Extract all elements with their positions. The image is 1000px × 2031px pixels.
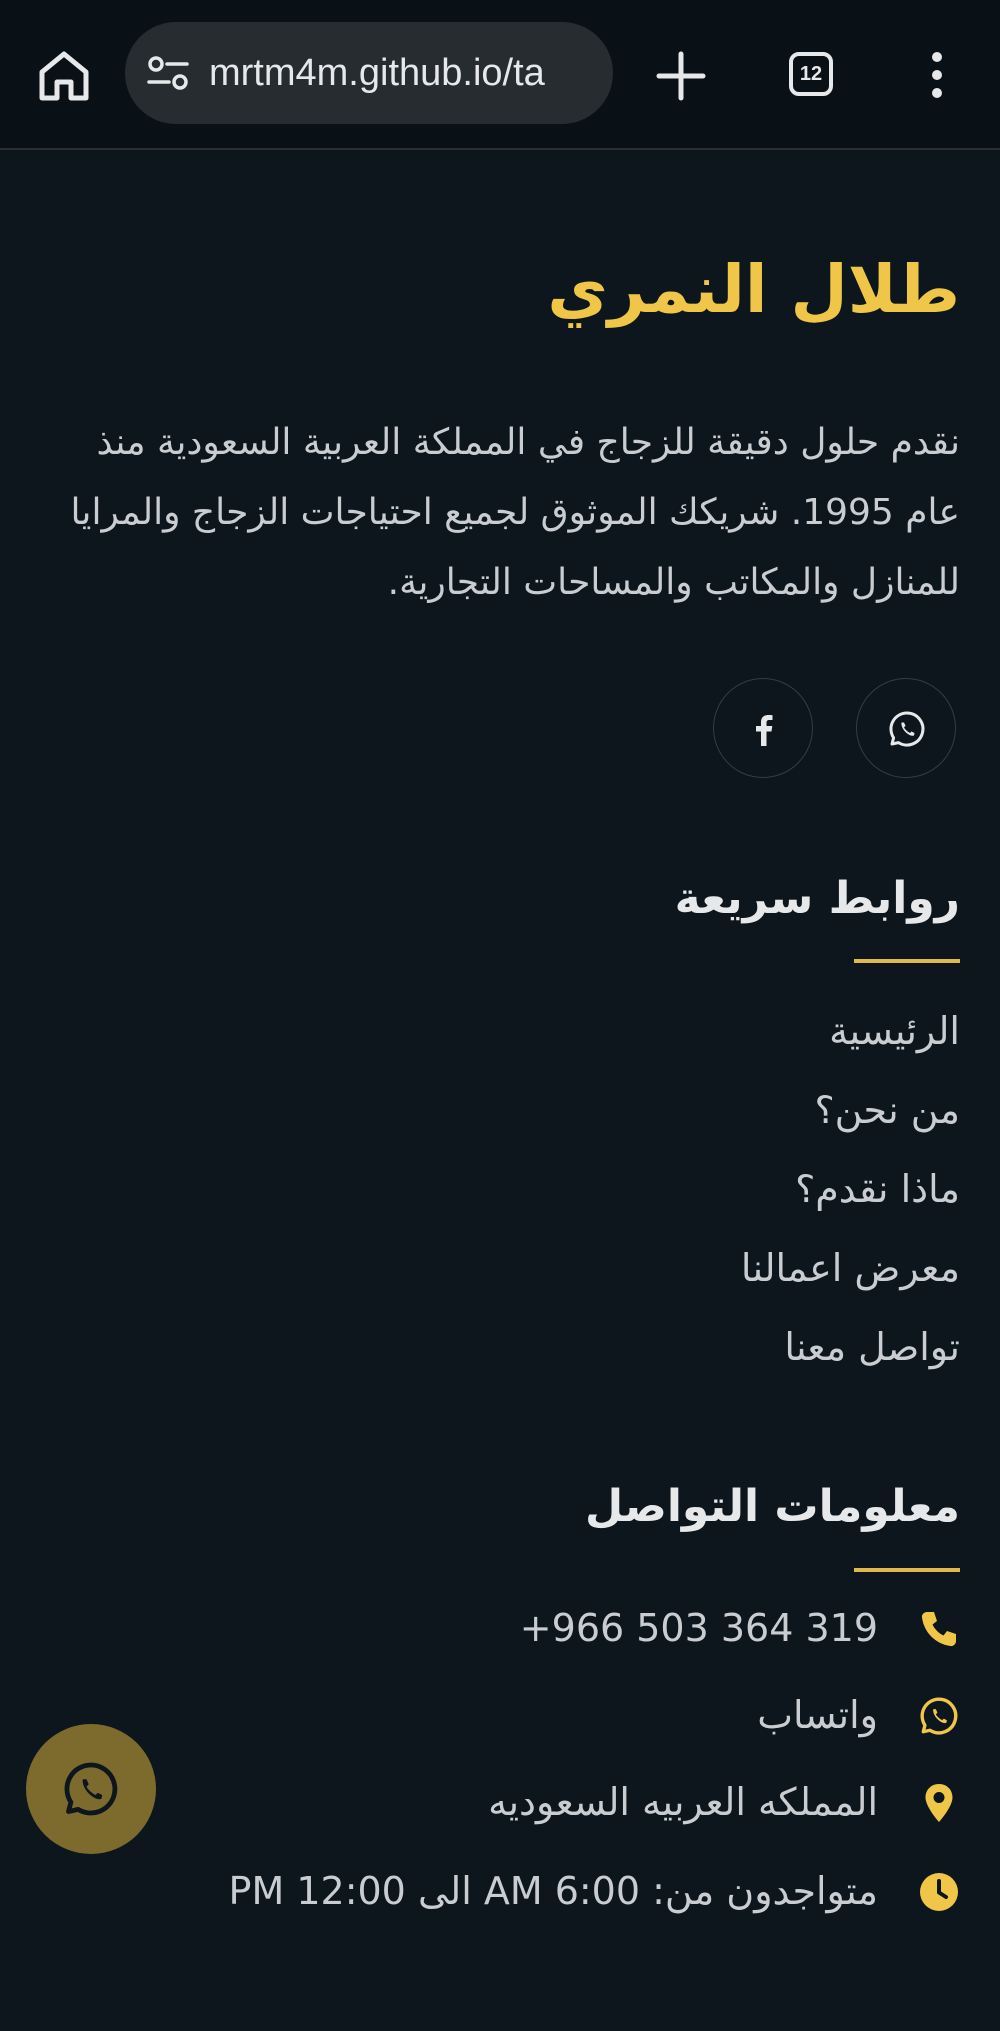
- facebook-social-button[interactable]: [713, 678, 813, 778]
- footer-section: طلال النمري نقدم حلول دقيقة للزجاج في ال…: [0, 150, 1000, 2031]
- clock-icon: [920, 1873, 958, 1911]
- whatsapp-social-button[interactable]: [856, 678, 956, 778]
- quick-links-title: روابط سريعة: [674, 873, 960, 924]
- home-icon[interactable]: [34, 46, 94, 106]
- facebook-icon: [756, 715, 773, 746]
- browser-toolbar: mrtm4m.github.io/ta 12: [0, 0, 1000, 150]
- contact-phone-row[interactable]: +966 503 364 319: [60, 1593, 960, 1663]
- link-contact[interactable]: تواصل معنا: [460, 1308, 960, 1387]
- link-gallery[interactable]: معرض اعمالنا: [460, 1229, 960, 1308]
- contact-whatsapp-row[interactable]: واتساب: [60, 1680, 960, 1750]
- link-home[interactable]: الرئيسية: [460, 992, 960, 1071]
- contact-hours-row: متواجدون من: 6:00 AM الى 12:00 PM: [60, 1856, 960, 1926]
- address-bar[interactable]: mrtm4m.github.io/ta: [125, 22, 613, 124]
- contact-info-title: معلومات التواصل: [585, 1481, 960, 1532]
- more-menu-icon[interactable]: [922, 50, 952, 100]
- phone-number[interactable]: +966 503 364 319: [520, 1593, 878, 1663]
- section-divider: [854, 1568, 960, 1572]
- whatsapp-icon: [920, 1697, 958, 1735]
- section-divider: [854, 959, 960, 963]
- phone-icon: [921, 1612, 956, 1647]
- floating-whatsapp-button[interactable]: [26, 1724, 156, 1854]
- working-hours: متواجدون من: 6:00 AM الى 12:00 PM: [228, 1869, 878, 1913]
- whatsapp-icon: [64, 1762, 118, 1816]
- new-tab-icon[interactable]: [655, 50, 707, 102]
- whatsapp-icon: [889, 711, 925, 747]
- whatsapp-link[interactable]: واتساب: [757, 1680, 878, 1750]
- quick-links-list: الرئيسية من نحن؟ ماذا نقدم؟ معرض اعمالنا…: [460, 992, 960, 1387]
- link-services[interactable]: ماذا نقدم؟: [460, 1150, 960, 1229]
- location-pin-icon: [925, 1784, 953, 1822]
- location-text: المملكه العربيه السعوديه: [488, 1780, 878, 1824]
- brand-name: طلال النمري: [547, 251, 960, 328]
- tab-switcher-button[interactable]: 12: [789, 52, 833, 96]
- link-about[interactable]: من نحن؟: [460, 1071, 960, 1150]
- contact-location-row: المملكه العربيه السعوديه: [60, 1767, 960, 1837]
- url-text[interactable]: mrtm4m.github.io/ta: [209, 22, 545, 124]
- brand-description: نقدم حلول دقيقة للزجاج في المملكة العربي…: [70, 422, 960, 603]
- site-settings-icon[interactable]: [147, 55, 189, 91]
